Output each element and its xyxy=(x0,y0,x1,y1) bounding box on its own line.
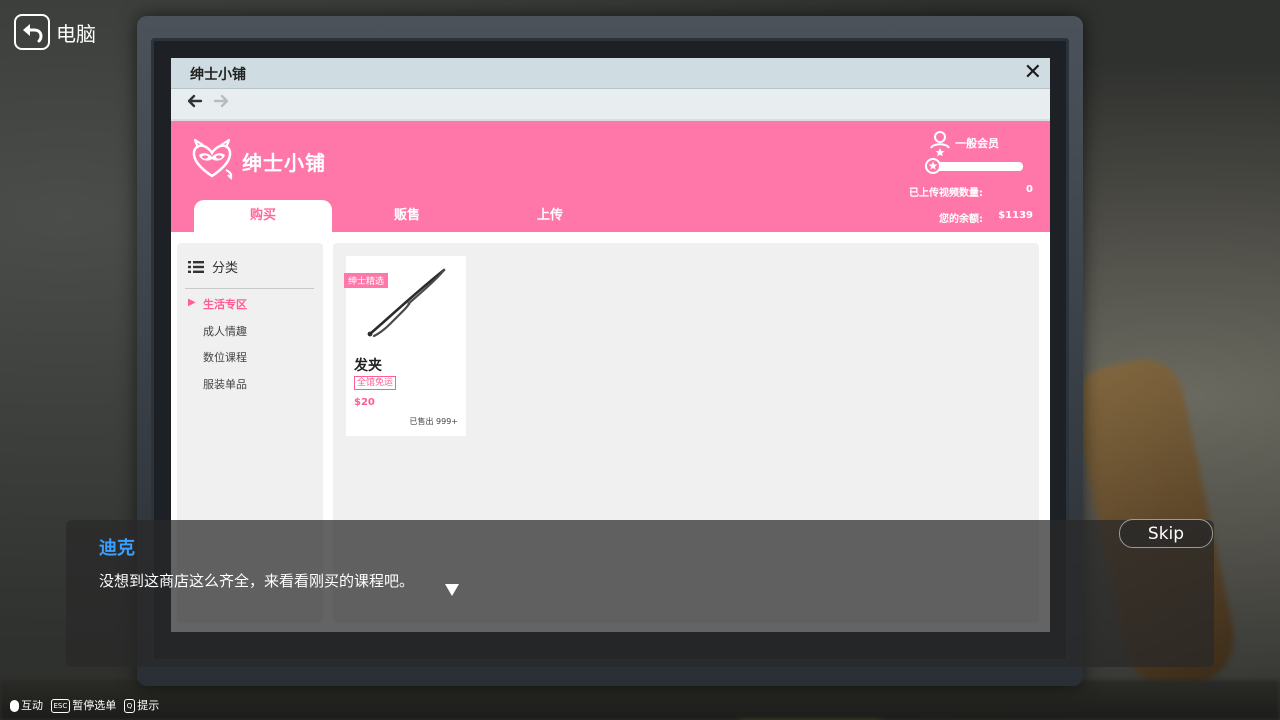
back-label: 电脑 xyxy=(56,22,96,46)
back-button[interactable] xyxy=(14,14,50,50)
hint-label: 提示 xyxy=(137,699,160,712)
devil-heart-mask-icon xyxy=(192,138,233,180)
hint-pause: ESC 暂停选单 xyxy=(50,697,117,713)
close-icon[interactable]: ✕ xyxy=(1024,59,1042,87)
hint-label: 互动 xyxy=(21,699,43,712)
divider xyxy=(185,288,314,289)
sold-count: 已售出 999+ xyxy=(409,417,458,426)
q-key-icon: Q xyxy=(123,699,136,713)
member-level: 一般会员 xyxy=(955,137,999,150)
sidebar-item-adult[interactable]: 成人情趣 xyxy=(203,323,247,339)
user-icon xyxy=(930,131,950,157)
tab-buy[interactable]: 购买 xyxy=(194,200,332,232)
hint-interact: 互动 xyxy=(10,697,43,713)
return-arrow-icon xyxy=(23,24,43,43)
stat-value: $1139 xyxy=(998,210,1033,221)
stat-label: 已上传视频数量: xyxy=(909,188,983,199)
floor xyxy=(0,680,1280,720)
window-titlebar: 绅士小铺 ✕ xyxy=(171,58,1050,89)
category-heading: 分类 xyxy=(188,257,238,276)
shop-header: 绅士小铺 一般会员 已上传视频数量: 0 您的余额: $1139 购买 贩售 上… xyxy=(171,121,1050,232)
product-card[interactable]: 绅士精选 发夹 全馆免运 $20 已售出 999+ xyxy=(344,256,466,436)
member-panel: 一般会员 xyxy=(925,131,1035,185)
stat-label: 您的余额: xyxy=(939,214,983,225)
tab-sell[interactable]: 贩售 xyxy=(338,200,476,232)
member-progress-bar xyxy=(925,158,1023,174)
free-shipping-tag: 全馆免运 xyxy=(354,376,397,390)
triangle-down-icon xyxy=(445,584,459,596)
star-icon xyxy=(925,158,941,174)
category-heading-label: 分类 xyxy=(212,261,239,276)
stat-value: 0 xyxy=(1026,184,1033,195)
dialogue-box[interactable]: 迪克 没想到这商店这么齐全，来看看刚买的课程吧。 xyxy=(66,520,1214,667)
browser-navbar xyxy=(171,89,1050,121)
hint-tips: Q 提示 xyxy=(123,697,160,713)
tab-upload[interactable]: 上传 xyxy=(481,200,619,232)
arrow-left-icon[interactable] xyxy=(187,92,203,114)
dialogue-text: 没想到这商店这么齐全，来看看刚买的课程吧。 xyxy=(99,572,415,590)
esc-key-icon: ESC xyxy=(50,699,71,713)
product-name: 发夹 xyxy=(354,358,382,374)
sidebar-item-clothing[interactable]: 服装单品 xyxy=(203,376,247,392)
mouse-icon xyxy=(10,700,19,712)
control-hints: 互动 ESC 暂停选单 Q 提示 xyxy=(10,697,163,713)
speaker-name: 迪克 xyxy=(99,538,135,559)
sidebar-item-life[interactable]: 生活专区 xyxy=(203,296,247,312)
skip-button[interactable]: Skip xyxy=(1119,519,1213,548)
window-title: 绅士小铺 xyxy=(190,67,246,83)
hint-label: 暂停选单 xyxy=(72,699,117,712)
sidebar-item-digital-course[interactable]: 数位课程 xyxy=(203,349,247,365)
triangle-right-icon: ▶ xyxy=(188,297,196,308)
arrow-right-icon[interactable] xyxy=(213,92,229,114)
product-price: $20 xyxy=(354,397,375,408)
featured-badge: 绅士精选 xyxy=(344,273,389,288)
list-icon xyxy=(188,261,204,273)
shop-name: 绅士小铺 xyxy=(242,151,326,175)
